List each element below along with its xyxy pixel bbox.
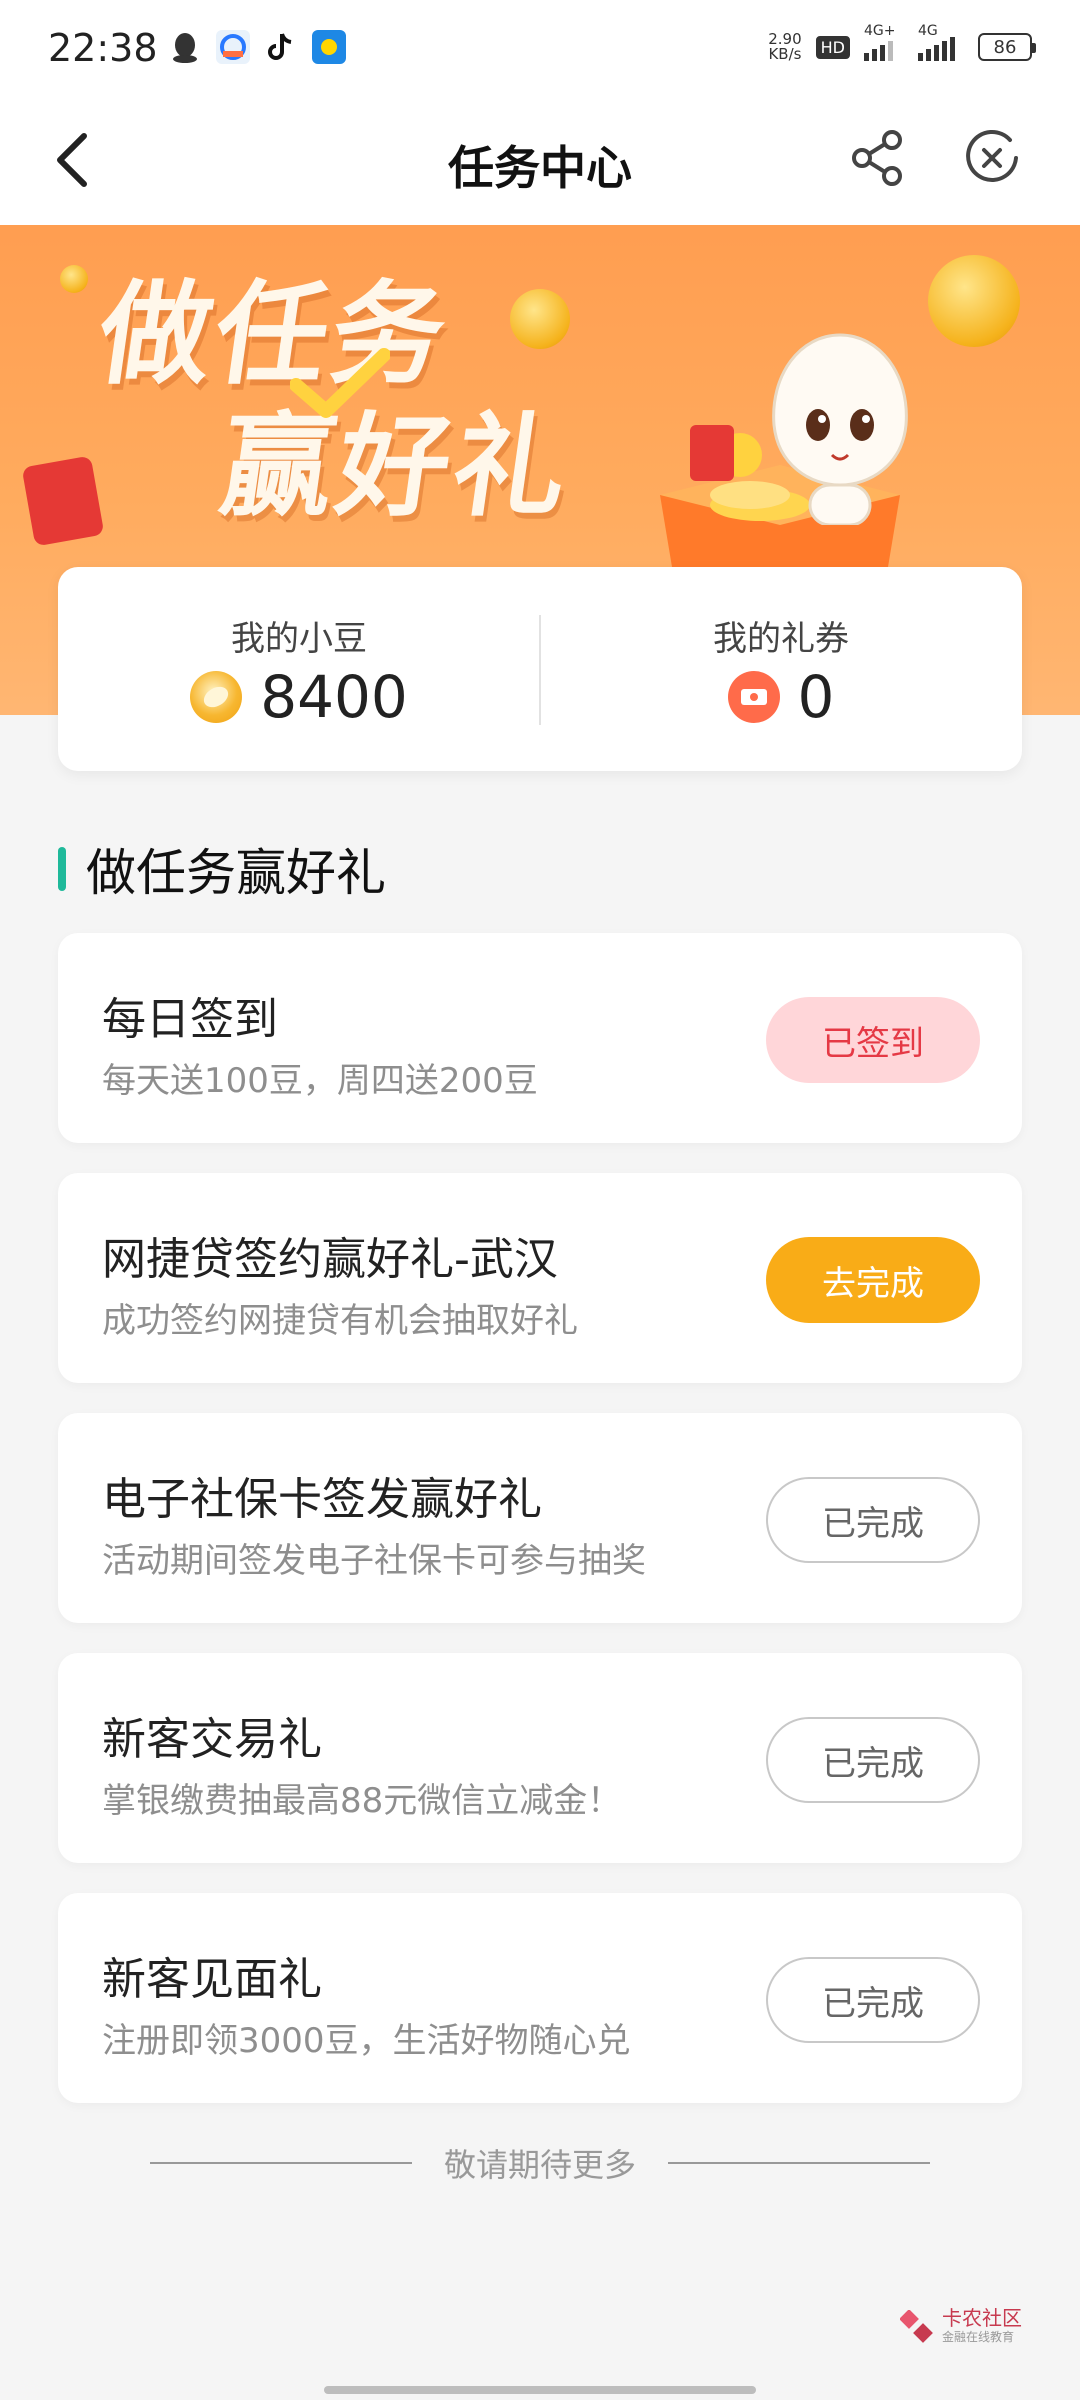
- task-title: 新客交易礼: [102, 1714, 322, 1765]
- bean-icon: [190, 671, 243, 723]
- coupons-value: 0: [797, 663, 835, 731]
- watermark-logo-icon: [900, 2309, 933, 2343]
- notification-icons: [168, 30, 346, 64]
- signal-label-1: 4G+: [864, 23, 896, 39]
- task-card: 新客交易礼 掌银缴费抽最高88元微信立减金！ 已完成: [58, 1653, 1022, 1863]
- divider-line: [668, 2162, 930, 2164]
- task-title: 网捷贷签约赢好礼-武汉: [102, 1234, 558, 1285]
- completed-button[interactable]: 已完成: [766, 1477, 980, 1563]
- task-description: 成功签约网捷贷有机会抽取好礼: [102, 1301, 578, 1341]
- section-header: 做任务赢好礼: [58, 834, 386, 904]
- watermark: 卡农社区 金融在线教育: [900, 2308, 1022, 2345]
- my-coupons[interactable]: 我的礼券 0: [540, 567, 1022, 771]
- task-title: 电子社保卡签发赢好礼: [102, 1474, 542, 1525]
- network-speed-unit: KB/s: [768, 45, 802, 63]
- completed-button[interactable]: 已完成: [766, 1717, 980, 1803]
- checkmark-icon: [290, 348, 390, 418]
- section-title: 做任务赢好礼: [86, 844, 386, 902]
- battery-icon: 86: [978, 33, 1036, 61]
- navigation-bar: 任务中心: [0, 100, 1080, 225]
- task-card: 电子社保卡签发赢好礼 活动期间签发电子社保卡可参与抽奖 已完成: [58, 1413, 1022, 1623]
- watermark-name: 卡农社区: [942, 2306, 1022, 2330]
- network-speed: 2.90 KB/s: [768, 32, 801, 62]
- watermark-subtitle: 金融在线教育: [942, 2330, 1015, 2344]
- banner-headline-line1: 做任务: [90, 270, 458, 400]
- qq-icon: [168, 30, 202, 64]
- task-title: 每日签到: [102, 994, 278, 1045]
- home-indicator[interactable]: [324, 2386, 756, 2394]
- coin-decoration: [60, 265, 88, 293]
- completed-button[interactable]: 已完成: [766, 1957, 980, 2043]
- app-notification-icon: [216, 30, 250, 64]
- close-icon: [966, 129, 1018, 182]
- task-card: 每日签到 每天送100豆，周四送200豆 已签到: [58, 933, 1022, 1143]
- banner-headline-line2: 赢好礼: [212, 402, 580, 532]
- beans-value: 8400: [260, 663, 408, 731]
- share-button[interactable]: [846, 126, 910, 190]
- more-coming-footer: 敬请期待更多: [0, 2140, 1080, 2186]
- divider-line: [149, 2162, 412, 2164]
- task-description: 活动期间签发电子社保卡可参与抽奖: [102, 1541, 646, 1581]
- hd-icon: HD: [815, 35, 850, 59]
- signed-in-button[interactable]: 已签到: [766, 997, 980, 1083]
- points-summary-card: 我的小豆 8400 我的礼券 0: [58, 567, 1022, 771]
- signal-label-2: 4G: [918, 23, 938, 39]
- mascot-illustration: [772, 333, 908, 525]
- coupon-icon: [727, 671, 780, 723]
- task-card: 网捷贷签约赢好礼-武汉 成功签约网捷贷有机会抽取好礼 去完成: [58, 1173, 1022, 1383]
- task-description: 注册即领3000豆，生活好物随心兑: [102, 2021, 631, 2061]
- section-marker: [58, 847, 66, 891]
- tiktok-icon: [264, 30, 298, 64]
- coin-decoration: [928, 255, 1020, 347]
- task-title: 新客见面礼: [102, 1954, 322, 2005]
- task-card: 新客见面礼 注册即领3000豆，生活好物随心兑 已完成: [58, 1893, 1022, 2103]
- coin-decoration: [510, 289, 570, 349]
- battery-level: 86: [993, 36, 1017, 58]
- signal-icon-1: 4G+: [864, 23, 904, 61]
- task-description: 掌银缴费抽最高88元微信立减金！: [102, 1781, 622, 1821]
- red-envelope-decoration: [21, 455, 105, 547]
- status-bar: 22:38 2.90 KB/s HD 4G+ 4G 86: [0, 0, 1080, 100]
- go-complete-button[interactable]: 去完成: [766, 1237, 980, 1323]
- task-description: 每天送100豆，周四送200豆: [102, 1061, 538, 1101]
- signal-icon-2: 4G: [918, 23, 964, 61]
- status-time: 22:38: [48, 26, 158, 70]
- app-notification-icon-2: [312, 30, 346, 64]
- share-icon: [852, 130, 902, 186]
- close-button[interactable]: [960, 126, 1024, 190]
- my-beans[interactable]: 我的小豆 8400: [58, 567, 540, 771]
- more-coming-text: 敬请期待更多: [443, 2146, 636, 2184]
- beans-label: 我的小豆: [231, 619, 367, 659]
- coupons-label: 我的礼券: [713, 619, 849, 659]
- page-title: 任务中心: [448, 141, 632, 195]
- status-indicators: 2.90 KB/s HD 4G+ 4G 86: [768, 23, 1036, 62]
